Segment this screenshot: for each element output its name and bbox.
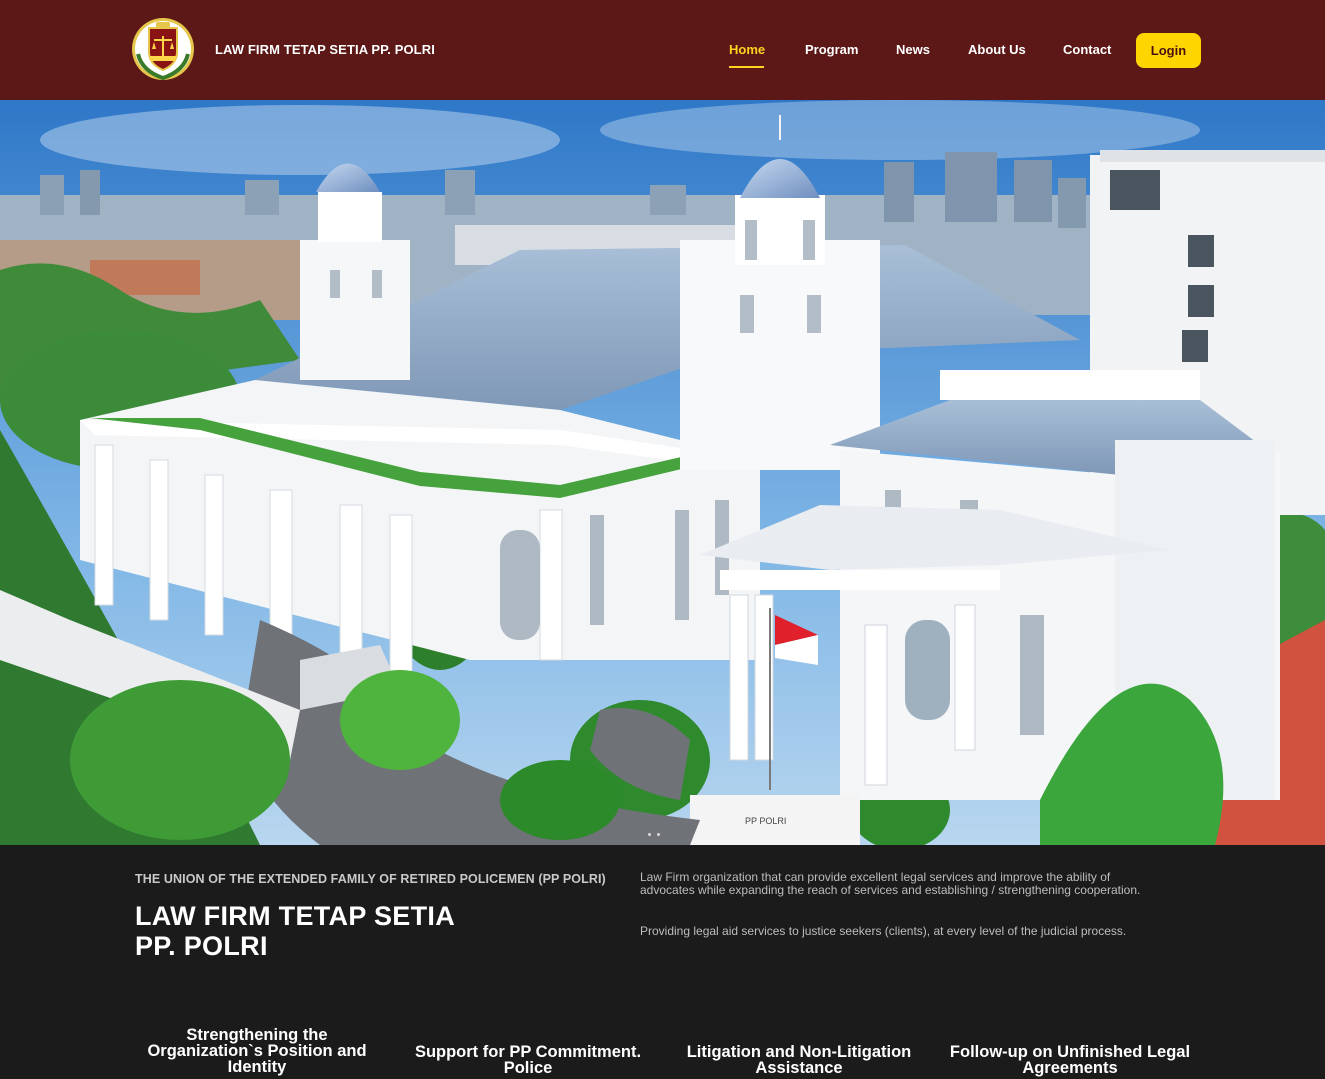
feature-item[interactable]: Support for PP Commitment. Police (398, 1044, 658, 1077)
law-firm-logo-icon[interactable] (130, 16, 196, 82)
site-header: LAW FIRM TETAP SETIA PP. POLRI Home Prog… (0, 0, 1325, 100)
feature-item[interactable]: Follow-up on Unfinished Legal Agreements (940, 1044, 1200, 1077)
hero-carousel-indicators[interactable] (648, 833, 660, 836)
nav-contact[interactable]: Contact (1063, 42, 1111, 57)
feature-item[interactable]: Litigation and Non-Litigation Assistance (672, 1044, 926, 1077)
carousel-dot[interactable] (657, 833, 660, 836)
nav-news[interactable]: News (896, 42, 930, 57)
brand-name[interactable]: LAW FIRM TETAP SETIA PP. POLRI (215, 42, 435, 57)
login-button[interactable]: Login (1136, 33, 1201, 68)
nav-about-us[interactable]: About Us (968, 42, 1026, 57)
section-title: LAW FIRM TETAP SETIA PP. POLRI (135, 901, 555, 961)
section-description-1: Law Firm organization that can provide e… (640, 870, 1141, 897)
nav-active-indicator (729, 66, 764, 68)
section-eyebrow: THE UNION OF THE EXTENDED FAMILY OF RETI… (135, 872, 606, 886)
section-description-2: Providing legal aid services to justice … (640, 924, 1127, 938)
section-title-line-1: LAW FIRM TETAP SETIA (135, 901, 455, 931)
hero-image: PP POLRI (0, 100, 1325, 845)
building-sign: PP POLRI (745, 816, 786, 826)
feature-item[interactable]: Strengthening the Organization`s Positio… (136, 1027, 378, 1076)
section-title-line-2: PP. POLRI (135, 931, 268, 961)
intro-section: THE UNION OF THE EXTENDED FAMILY OF RETI… (0, 845, 1325, 1079)
nav-home[interactable]: Home (729, 42, 765, 57)
carousel-dot[interactable] (648, 833, 651, 836)
nav-program[interactable]: Program (805, 42, 858, 57)
